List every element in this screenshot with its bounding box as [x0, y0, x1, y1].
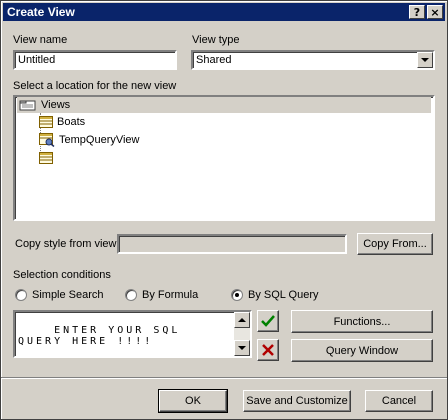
radio-label: By Formula: [142, 289, 199, 301]
help-icon: ?: [413, 5, 421, 19]
table-icon: [39, 116, 53, 128]
footer-divider: [1, 377, 447, 378]
copy-style-field[interactable]: [117, 234, 347, 254]
cancel-button[interactable]: Cancel: [365, 390, 433, 412]
radio-label: By SQL Query: [248, 289, 319, 301]
reject-query-button[interactable]: [257, 339, 279, 361]
radio-by-sql-query[interactable]: By SQL Query: [231, 289, 319, 301]
close-icon: ×: [430, 5, 440, 19]
copy-style-label: Copy style from view: [15, 238, 117, 250]
ok-button[interactable]: OK: [158, 389, 228, 413]
sql-query-textarea[interactable]: ENTER YOUR SQL QUERY HERE !!!!: [13, 310, 252, 358]
tree-item-views[interactable]: Views: [17, 97, 431, 113]
tree-item-boats[interactable]: Boats: [39, 114, 85, 130]
view-type-dropdown-button[interactable]: [417, 52, 433, 68]
scroll-up-button[interactable]: [234, 312, 250, 328]
title-bar: Create View ? ×: [3, 3, 445, 21]
help-button[interactable]: ?: [409, 5, 425, 19]
radio-button: [125, 289, 137, 301]
copy-from-button[interactable]: Copy From...: [357, 233, 433, 255]
location-tree[interactable]: Views Boats TempQueryView: [13, 95, 435, 221]
view-type-value: Shared: [196, 54, 232, 66]
tree-item-label: Boats: [57, 116, 86, 128]
close-button[interactable]: ×: [427, 5, 443, 19]
table-icon: [39, 152, 53, 164]
functions-button[interactable]: Functions...: [291, 310, 433, 333]
create-view-dialog: Create View ? × View name Untitled View …: [0, 0, 448, 420]
view-name-value: Untitled: [18, 54, 56, 66]
view-type-select[interactable]: Shared: [191, 50, 435, 70]
tree-item-tempqueryview[interactable]: TempQueryView: [39, 132, 140, 148]
accept-query-button[interactable]: [257, 310, 279, 332]
chevron-down-icon: [421, 58, 429, 62]
view-name-field[interactable]: Untitled: [13, 50, 177, 70]
window-title: Create View: [7, 5, 75, 19]
sql-query-text: ENTER YOUR SQL QUERY HERE !!!!: [18, 325, 190, 347]
location-label: Select a location for the new view: [13, 80, 177, 92]
save-and-customize-button[interactable]: Save and Customize: [243, 390, 351, 412]
radio-label: Simple Search: [32, 289, 104, 301]
chevron-up-icon: [238, 318, 246, 322]
folder-icon: [19, 100, 36, 111]
radio-button: [15, 289, 27, 301]
tree-item-label: TempQueryView: [59, 134, 140, 146]
chevron-down-icon: [238, 346, 246, 350]
query-window-button[interactable]: Query Window: [291, 339, 433, 362]
selection-conditions-label: Selection conditions: [13, 269, 111, 281]
scroll-down-button[interactable]: [234, 340, 250, 356]
radio-simple-search[interactable]: Simple Search: [15, 289, 104, 301]
tree-item-label: Views: [41, 99, 71, 111]
sql-scrollbar[interactable]: [234, 312, 250, 356]
view-name-label: View name: [13, 34, 68, 46]
radio-button-selected: [231, 289, 243, 301]
checkmark-icon: [261, 315, 275, 327]
radio-by-formula[interactable]: By Formula: [125, 289, 198, 301]
view-type-label: View type: [192, 34, 240, 46]
tree-item-unnamed[interactable]: [39, 150, 57, 166]
x-mark-icon: [262, 344, 274, 356]
query-view-icon: [39, 133, 55, 147]
